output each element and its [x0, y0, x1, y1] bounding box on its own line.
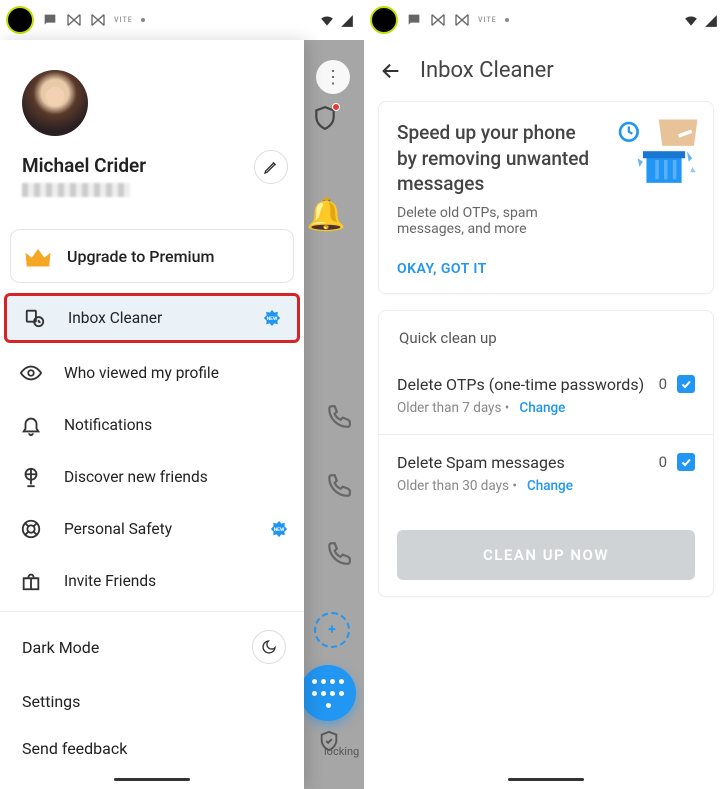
menu-label: Personal Safety — [64, 520, 172, 538]
row-title: Delete OTPs (one-time passwords) — [397, 375, 644, 394]
phone-cleaner-screen: VITE Inbox Cleaner Speed up your phone b… — [364, 0, 728, 789]
status-vite-text: VITE — [478, 16, 497, 24]
profile-section[interactable]: Michael Crider — [0, 40, 304, 209]
phone-drawer-screen: VITE ⋮ 🔔 — [0, 0, 364, 789]
lifebuoy-icon — [20, 518, 42, 540]
feedback-label: Send feedback — [22, 739, 127, 758]
scrim[interactable]: ⋮ 🔔 + locking — [304, 40, 364, 789]
bell-icon — [20, 414, 42, 436]
settings-label: Settings — [22, 692, 80, 711]
menu-item-notifications[interactable]: Notifications — [0, 399, 304, 451]
trash-illustration-icon — [613, 116, 701, 188]
upgrade-premium-card[interactable]: Upgrade to Premium — [10, 229, 294, 283]
mail-icon-2 — [454, 12, 470, 28]
change-link[interactable]: Change — [519, 400, 565, 416]
menu-item-settings[interactable]: Settings — [0, 678, 304, 725]
signal-icon — [340, 13, 354, 27]
new-chat-button[interactable]: + — [314, 612, 350, 648]
status-dot-icon — [505, 18, 509, 22]
svg-text:NEW: NEW — [267, 316, 278, 322]
darkmode-toggle[interactable] — [252, 630, 286, 664]
section-title: Quick clean up — [397, 329, 695, 361]
screen-header: Inbox Cleaner — [378, 48, 714, 101]
change-link[interactable]: Change — [527, 478, 573, 494]
menu-item-safety[interactable]: Personal Safety NEW — [0, 503, 304, 555]
row-subtext: Older than 7 days • — [397, 400, 509, 416]
signal-icon — [704, 13, 718, 27]
menu-item-inbox-cleaner[interactable]: Inbox Cleaner NEW — [4, 293, 300, 343]
status-avatar — [370, 6, 398, 34]
status-dot-icon — [141, 18, 145, 22]
page-title: Inbox Cleaner — [420, 58, 554, 83]
menu-label: Invite Friends — [64, 572, 156, 590]
menu-label: Notifications — [64, 416, 152, 434]
nav-handle[interactable] — [114, 778, 190, 781]
status-avatar — [6, 6, 34, 34]
crown-icon — [23, 244, 53, 268]
svg-text:NEW: NEW — [274, 527, 285, 533]
cleanup-row-spam[interactable]: Delete Spam messages 0 Older than 30 day… — [397, 439, 695, 508]
cleanup-row-otp[interactable]: Delete OTPs (one-time passwords) 0 Older… — [397, 361, 695, 430]
row-title: Delete Spam messages — [397, 453, 565, 472]
eye-icon — [20, 362, 42, 384]
wifi-icon — [320, 13, 334, 27]
status-vite-text: VITE — [114, 16, 133, 24]
more-menu-button[interactable]: ⋮ — [316, 60, 350, 94]
quick-cleanup-card: Quick clean up Delete OTPs (one-time pas… — [378, 310, 714, 597]
call-icon[interactable] — [326, 540, 352, 566]
chat-icon — [406, 12, 422, 28]
row-checkbox[interactable] — [677, 453, 695, 471]
wifi-icon — [684, 13, 698, 27]
dialpad-fab[interactable] — [300, 665, 356, 721]
shield-icon[interactable] — [312, 105, 338, 135]
menu-divider — [0, 611, 304, 612]
new-badge-icon: NEW — [263, 309, 281, 327]
menu-item-invite[interactable]: Invite Friends — [0, 555, 304, 607]
clean-up-now-button[interactable]: CLEAN UP NOW — [397, 530, 695, 580]
row-count: 0 — [659, 453, 667, 471]
promo-dismiss-button[interactable]: OKAY, GOT IT — [397, 261, 487, 277]
row-count: 0 — [659, 375, 667, 393]
profile-avatar[interactable] — [22, 70, 88, 136]
menu-label: Inbox Cleaner — [68, 309, 162, 327]
menu-item-darkmode[interactable]: Dark Mode — [0, 616, 304, 678]
mail-icon-2 — [90, 12, 106, 28]
darkmode-label: Dark Mode — [22, 638, 99, 657]
row-divider — [379, 434, 713, 435]
row-subtext: Older than 30 days • — [397, 478, 517, 494]
row-checkbox[interactable] — [677, 375, 695, 393]
call-icon[interactable] — [326, 472, 352, 498]
bell-promo-icon: 🔔 — [306, 195, 350, 239]
mail-icon — [430, 12, 446, 28]
navigation-drawer: Michael Crider Upgrade to Premium Inbox … — [0, 40, 304, 789]
back-button[interactable] — [380, 60, 402, 82]
menu-item-discover[interactable]: Discover new friends — [0, 451, 304, 503]
premium-label: Upgrade to Premium — [67, 247, 214, 266]
chat-icon — [42, 12, 58, 28]
promo-subtitle: Delete old OTPs, spam messages, and more — [397, 205, 695, 237]
nav-handle[interactable] — [508, 778, 584, 781]
profile-sub-blurred — [22, 183, 130, 197]
promo-card: Speed up your phone by removing unwanted… — [378, 101, 714, 294]
gift-icon — [20, 570, 42, 592]
status-bar: VITE — [364, 0, 728, 40]
profile-name: Michael Crider — [22, 154, 288, 177]
menu-label: Who viewed my profile — [64, 364, 219, 382]
new-badge-icon: NEW — [270, 520, 288, 538]
menu-item-who-viewed[interactable]: Who viewed my profile — [0, 347, 304, 399]
menu-label: Discover new friends — [64, 468, 208, 486]
mail-icon — [66, 12, 82, 28]
globe-stand-icon — [20, 466, 42, 488]
edit-profile-button[interactable] — [254, 150, 288, 184]
call-icon[interactable] — [326, 403, 352, 429]
status-bar: VITE — [0, 0, 364, 40]
menu-item-feedback[interactable]: Send feedback — [0, 725, 304, 772]
blocking-label: locking — [324, 745, 359, 758]
inbox-cleaner-icon — [24, 307, 46, 329]
